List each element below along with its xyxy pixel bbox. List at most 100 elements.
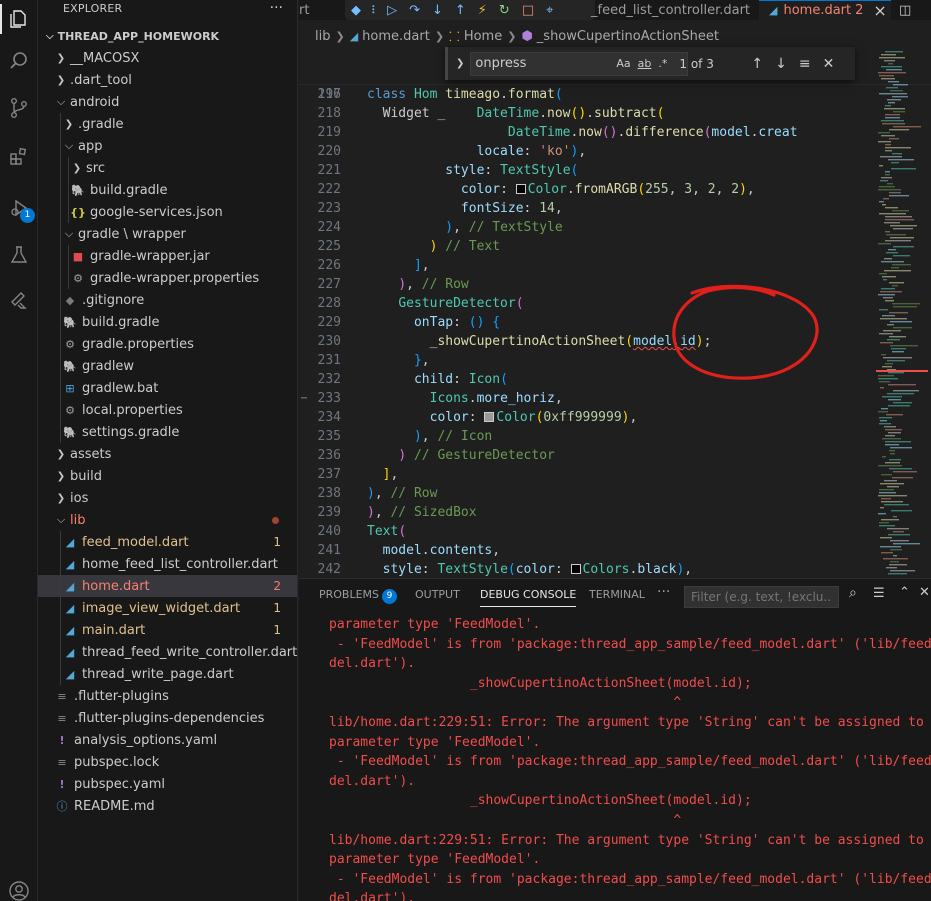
tab-home[interactable]: ◢ home.dart 2 ×	[759, 0, 891, 20]
tree-item[interactable]: 🐘 build.gradle	[38, 311, 297, 333]
tab-output[interactable]: OUTPUT	[415, 588, 460, 601]
tree-item[interactable]: 🐘 gradlew	[38, 355, 297, 377]
chevron-up-icon[interactable]: ⌃	[899, 585, 910, 600]
account-icon[interactable]	[0, 872, 38, 901]
minimap-line	[887, 360, 905, 362]
tab-home-problem-count: 2	[855, 3, 864, 18]
code-line: 226 ],	[299, 256, 931, 275]
project-folder[interactable]: ⌵ THREAD_APP_HOMEWORK	[38, 25, 297, 47]
tree-item[interactable]: ❯ __MACOSX	[38, 47, 297, 69]
tab-debug-console[interactable]: DEBUG CONSOLE	[480, 588, 577, 607]
tree-item[interactable]: ◢ thread_write_page.dart	[38, 663, 297, 685]
console-filter-input[interactable]	[684, 586, 839, 608]
code-editor[interactable]: 14 class Hom 196 Widget _ 217 timeago.fo…	[299, 47, 931, 578]
tree-item[interactable]: ◢ home.dart 2	[38, 575, 297, 597]
flutter-icon[interactable]	[0, 282, 38, 320]
split-editor-icon[interactable]: ◫	[899, 0, 911, 20]
tree-item[interactable]: ! pubspec.yaml	[38, 773, 297, 795]
tab-terminal[interactable]: TERMINAL	[589, 588, 645, 601]
tree-item[interactable]: ❯ ios	[38, 487, 297, 509]
tree-item[interactable]: ■ gradle-wrapper.jar	[38, 245, 297, 267]
tree-item[interactable]: ❯ .gradle	[38, 113, 297, 135]
console-line: del.dart').	[329, 891, 416, 901]
hot-reload-icon[interactable]: ⚡	[478, 3, 487, 18]
search-icon[interactable]	[0, 42, 38, 80]
tree-item[interactable]: ❯ src	[38, 157, 297, 179]
close-icon[interactable]: ✕	[823, 56, 835, 72]
minimap-line	[893, 84, 908, 86]
explorer-more-button[interactable]: ···	[270, 0, 283, 16]
clear-console-icon[interactable]: ☰	[873, 586, 885, 601]
source-control-icon[interactable]	[0, 89, 38, 127]
tree-item[interactable]: ⌵ app	[38, 135, 297, 157]
tab-clipped[interactable]: rt	[299, 0, 309, 20]
find-input[interactable]	[470, 51, 689, 76]
tree-item[interactable]: ≡ pubspec.lock	[38, 751, 297, 773]
tree-item[interactable]: ◢ main.dart 1	[38, 619, 297, 641]
minimap-line	[881, 120, 904, 122]
minimap[interactable]	[876, 47, 928, 578]
chevron-right-icon[interactable]: ❯	[456, 58, 464, 69]
tab-problems[interactable]: PROBLEMS 9	[319, 588, 398, 604]
tree-item[interactable]: ≡ .flutter-plugins-dependencies	[38, 707, 297, 729]
continue-icon[interactable]: ▷	[387, 3, 397, 18]
tree-item[interactable]: ◢ home_feed_list_controller.dart	[38, 553, 297, 575]
tree-item[interactable]: ◢ thread_feed_write_controller.dart	[38, 641, 297, 663]
tree-item[interactable]: ◢ image_view_widget.dart 1	[38, 597, 297, 619]
close-panel-icon[interactable]: ✕	[919, 585, 930, 600]
breadcrumb-class[interactable]: Home	[464, 29, 502, 44]
tree-item[interactable]: {} google-services.json	[38, 201, 297, 223]
tree-item[interactable]: ◆ .gitignore	[38, 289, 297, 311]
indent-guide	[60, 663, 61, 685]
minimap-line	[879, 165, 883, 167]
restart-icon[interactable]: ↻	[499, 3, 510, 18]
minimap-line	[888, 102, 895, 104]
extensions-icon[interactable]	[0, 138, 38, 176]
minimap-line	[882, 438, 901, 440]
tree-item[interactable]: ❯ assets	[38, 443, 297, 465]
regex-button[interactable]: .*	[658, 57, 667, 70]
tree-item[interactable]: ⌵ lib	[38, 509, 297, 531]
breadcrumb-file[interactable]: home.dart	[362, 29, 430, 44]
step-out-icon[interactable]: ↑	[455, 3, 466, 18]
tree-item[interactable]: ≡ .flutter-plugins	[38, 685, 297, 707]
line-number: 240	[317, 524, 341, 539]
testing-icon[interactable]	[0, 236, 38, 274]
match-word-button[interactable]: ab	[638, 57, 652, 70]
tree-item[interactable]: ⌵ android	[38, 91, 297, 113]
tree-item[interactable]: ❯ build	[38, 465, 297, 487]
match-case-button[interactable]: Aa	[616, 57, 630, 70]
tree-item[interactable]: ⚙ gradle-wrapper.properties	[38, 267, 297, 289]
tab-feed-controller[interactable]: _feed_list_controller.dart	[591, 0, 750, 20]
tree-item[interactable]: ❯ .dart_tool	[38, 69, 297, 91]
tree-item[interactable]: ! analysis_options.yaml	[38, 729, 297, 751]
step-over-icon[interactable]: ↷	[409, 3, 420, 18]
stop-icon[interactable]: □	[522, 3, 534, 18]
fold-icon[interactable]: ⋯	[301, 389, 307, 408]
tree-item[interactable]: ⌵ gradle \ wrapper	[38, 223, 297, 245]
tree-item[interactable]: ◢ feed_model.dart 1	[38, 531, 297, 553]
drag-handle-icon[interactable]: ⠇	[371, 4, 379, 17]
tree-item[interactable]: 🐘 build.gradle	[38, 179, 297, 201]
tree-item[interactable]: ⓘ README.md	[38, 795, 297, 817]
panel-more-button[interactable]: ···	[657, 584, 670, 600]
arrow-up-icon[interactable]: ↑	[751, 56, 763, 72]
explorer-icon[interactable]	[0, 0, 38, 38]
tree-item[interactable]: ⚙ local.properties	[38, 399, 297, 421]
step-into-icon[interactable]: ↓	[432, 3, 443, 18]
tab-close-button[interactable]: ×	[873, 1, 886, 20]
tree-item[interactable]: ⚙ gradle.properties	[38, 333, 297, 355]
breadcrumb-method[interactable]: _showCupertinoActionSheet	[537, 29, 719, 44]
breadcrumb-lib[interactable]: lib	[315, 29, 330, 44]
panel-tabs: PROBLEMS 9 OUTPUT DEBUG CONSOLE TERMINAL …	[299, 579, 931, 613]
arrow-down-icon[interactable]: ↓	[775, 56, 787, 72]
run-debug-icon[interactable]: 1	[0, 189, 38, 227]
line-number: 235	[317, 429, 341, 444]
tree-item[interactable]: 🐘 settings.gradle	[38, 421, 297, 443]
debug-console-output[interactable]: parameter type 'FeedModel'. - 'FeedModel…	[329, 615, 931, 901]
console-line: ^	[329, 812, 682, 828]
search-icon[interactable]: ⌕	[849, 585, 857, 601]
find-in-selection-icon[interactable]: ≡	[799, 56, 811, 72]
tree-item[interactable]: ⊞ gradlew.bat	[38, 377, 297, 399]
inspect-icon[interactable]: ⌖	[546, 3, 553, 18]
